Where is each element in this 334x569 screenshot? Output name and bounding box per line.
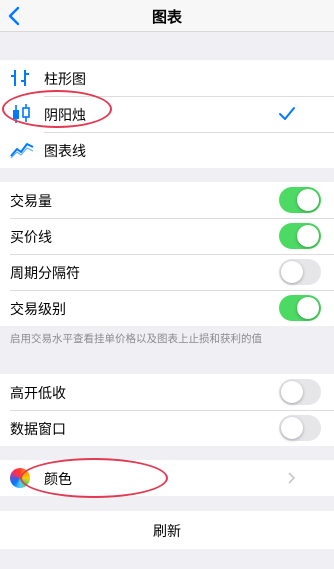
option-ohlc: 高开低收 xyxy=(0,374,334,410)
toggle-knob xyxy=(297,297,319,319)
options-footnote: 启用交易水平查看挂单价格以及图表上止损和获利的值 xyxy=(10,333,262,345)
option-volume: 交易量 xyxy=(0,182,334,218)
option-period-separators: 周期分隔符 xyxy=(0,254,334,290)
toggle-knob xyxy=(281,381,303,403)
navigation-bar: 图表 xyxy=(0,0,334,32)
data-window-toggle[interactable] xyxy=(279,415,321,441)
volume-toggle[interactable] xyxy=(279,187,321,213)
colors-row[interactable]: 颜色 xyxy=(0,460,334,496)
chevron-right-icon xyxy=(288,472,296,484)
page-title: 图表 xyxy=(151,8,182,26)
chart-type-label: 柱形图 xyxy=(44,72,86,88)
colors-group: 颜色 xyxy=(0,460,334,496)
option-label: 高开低收 xyxy=(10,386,66,402)
refresh-button[interactable]: 刷新 xyxy=(0,521,334,541)
extra-options-group: 高开低收 数据窗口 xyxy=(0,374,334,446)
option-label: 交易级别 xyxy=(10,302,66,318)
ask-line-toggle[interactable] xyxy=(279,223,321,249)
option-label: 买价线 xyxy=(10,230,52,246)
checkmark-icon xyxy=(279,107,295,120)
option-ask-line: 买价线 xyxy=(0,218,334,254)
chart-type-line[interactable]: 图表线 xyxy=(0,132,334,168)
bar-chart-icon xyxy=(11,70,29,86)
toggle-knob xyxy=(297,189,319,211)
option-trade-levels: 交易级别 xyxy=(0,290,334,326)
option-data-window: 数据窗口 xyxy=(0,410,334,446)
candlestick-icon xyxy=(13,104,30,123)
chart-type-candlestick[interactable]: 阴阳烛 xyxy=(0,96,334,132)
toggle-knob xyxy=(281,261,303,283)
color-wheel-icon xyxy=(10,468,30,488)
chart-type-bar[interactable]: 柱形图 xyxy=(0,60,334,96)
chart-type-group: 柱形图 阴阳烛 图表线 xyxy=(0,60,334,168)
option-label: 交易量 xyxy=(10,194,52,210)
option-label: 周期分隔符 xyxy=(10,266,80,282)
toggle-knob xyxy=(297,225,319,247)
chart-options-group: 交易量 买价线 周期分隔符 交易级别 xyxy=(0,182,334,326)
toggle-knob xyxy=(281,417,303,439)
line-chart-icon xyxy=(10,143,34,159)
refresh-group: 刷新 xyxy=(0,511,334,549)
period-separators-toggle[interactable] xyxy=(279,259,321,285)
option-label: 数据窗口 xyxy=(10,422,66,438)
trade-levels-toggle[interactable] xyxy=(279,295,321,321)
chart-type-label: 阴阳烛 xyxy=(44,108,86,124)
ohlc-toggle[interactable] xyxy=(279,379,321,405)
colors-label: 颜色 xyxy=(44,472,72,488)
chart-type-label: 图表线 xyxy=(44,144,86,160)
